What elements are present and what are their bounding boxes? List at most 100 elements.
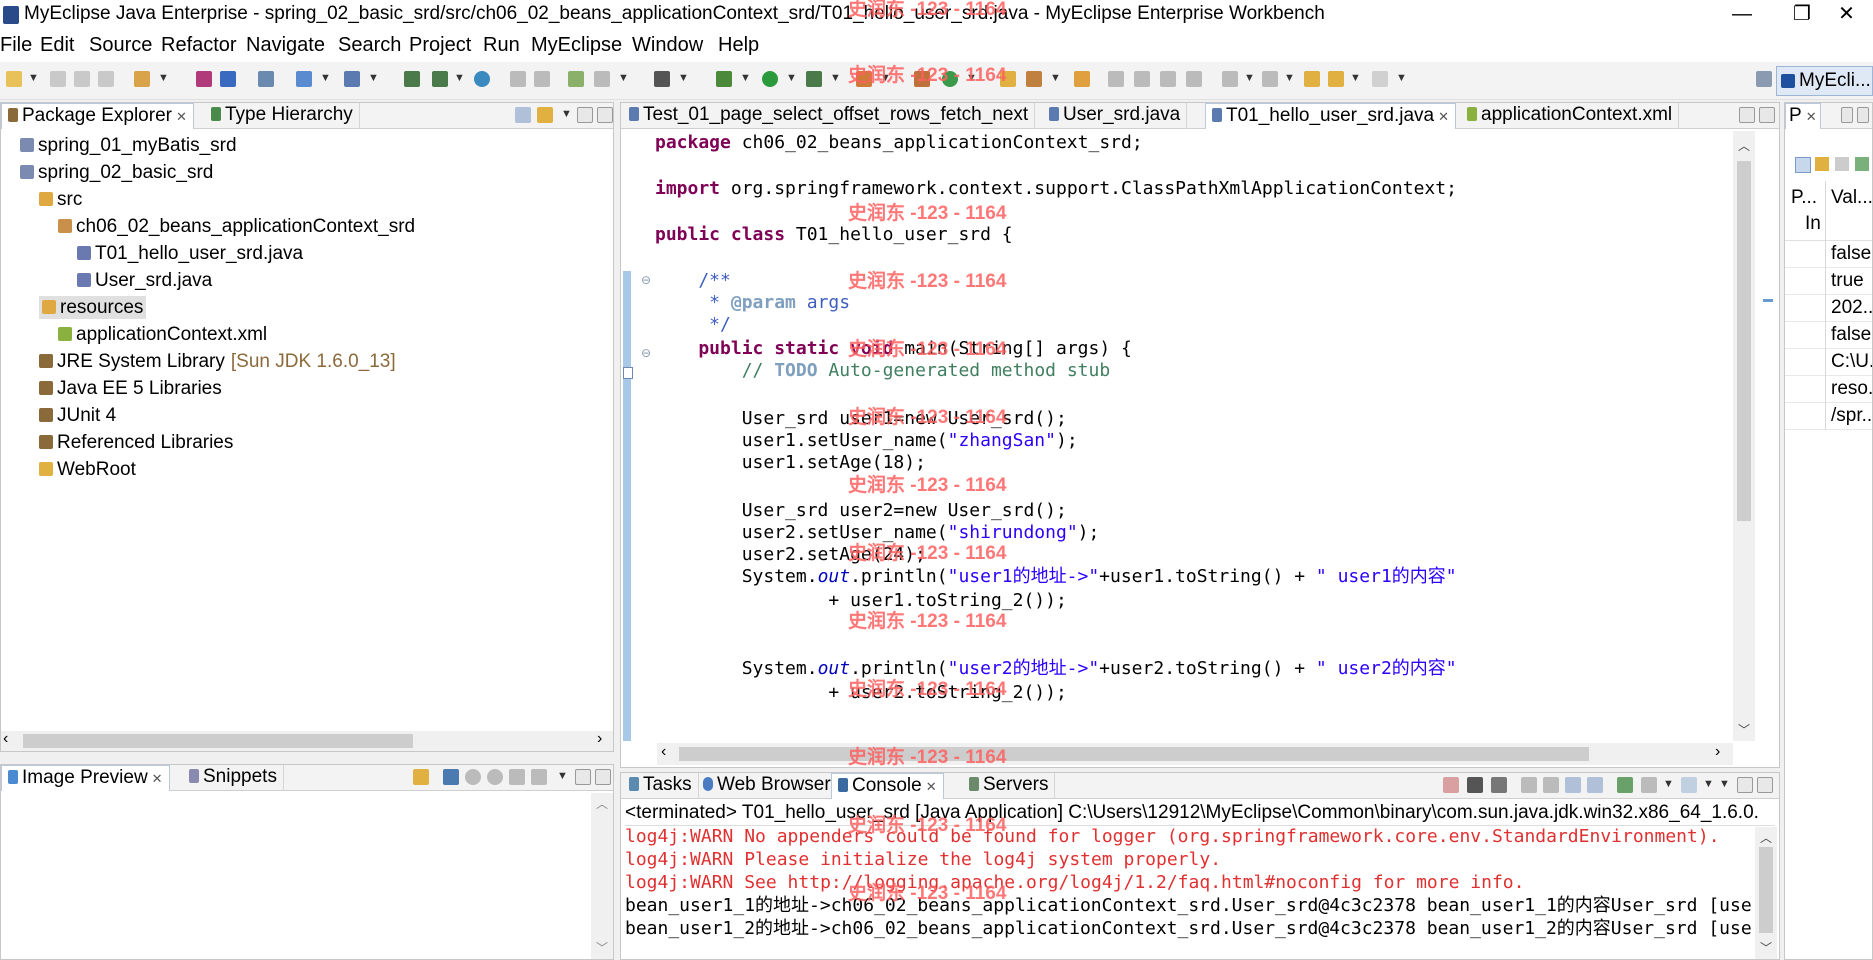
forward-history-icon[interactable] — [534, 71, 550, 87]
next-annotation-dropdown-icon[interactable]: ▼ — [1244, 72, 1255, 84]
forward-icon[interactable] — [1372, 71, 1388, 87]
menu-run[interactable]: Run — [483, 34, 520, 57]
whitespace-icon[interactable] — [1186, 71, 1202, 87]
scroll-up-icon[interactable]: ︿ — [596, 795, 608, 812]
hierarchy-icon[interactable] — [594, 71, 610, 87]
external-tools-icon[interactable] — [806, 71, 822, 87]
menu-search[interactable]: Search — [338, 34, 401, 57]
block-select-icon[interactable] — [1160, 71, 1176, 87]
zoom-in-icon[interactable] — [487, 769, 503, 785]
new-dropdown-icon[interactable]: ▼ — [28, 72, 39, 84]
tree-item[interactable]: JUnit 4 — [39, 404, 116, 427]
menu-myeclipse[interactable]: MyEclipse — [531, 34, 622, 57]
maximize-view-icon[interactable] — [597, 107, 613, 123]
annotation-icon[interactable] — [1108, 71, 1124, 87]
property-row[interactable]: true — [1785, 268, 1872, 295]
tab-console[interactable]: Console ✕ — [831, 773, 944, 799]
scroll-lock-icon[interactable] — [1543, 777, 1559, 793]
horizontal-scrollbar[interactable]: ‹ › — [1, 730, 613, 751]
forward-dropdown-icon[interactable]: ▼ — [1396, 72, 1407, 84]
tree-item[interactable]: src — [39, 188, 82, 211]
monitor-dropdown-icon[interactable]: ▼ — [678, 72, 689, 84]
new-class-dropdown-icon[interactable]: ▼ — [966, 72, 977, 84]
deploy-dropdown-icon[interactable]: ▼ — [158, 72, 169, 84]
save-icon[interactable] — [50, 71, 66, 87]
editor-vertical-scrollbar[interactable]: ︿ ﹀ — [1733, 131, 1755, 741]
menu-refactor[interactable]: Refactor — [161, 34, 237, 57]
property-row[interactable]: false — [1785, 241, 1872, 268]
tree-item[interactable]: User_srd.java — [77, 269, 212, 292]
back-icon[interactable] — [1328, 71, 1344, 87]
new-java-project-icon[interactable] — [856, 71, 872, 87]
tab-package-explorer[interactable]: Package Explorer ✕ — [1, 103, 194, 129]
maximize-view-icon[interactable] — [1757, 777, 1773, 793]
overview-marker[interactable] — [1763, 299, 1773, 302]
open-resource-icon[interactable] — [1074, 71, 1090, 87]
close-icon[interactable]: ✕ — [926, 779, 937, 794]
collapse-all-icon[interactable] — [515, 107, 531, 123]
close-icon[interactable]: ✕ — [1806, 109, 1817, 124]
maximize-view-icon[interactable] — [1759, 107, 1775, 123]
new-package-icon[interactable] — [914, 71, 930, 87]
search-icon[interactable] — [344, 71, 360, 87]
tree-item[interactable]: Referenced Libraries — [39, 431, 233, 454]
last-edit-icon[interactable] — [1304, 71, 1320, 87]
remove-launch-icon[interactable] — [1467, 777, 1483, 793]
tree-item[interactable]: WebRoot — [39, 458, 136, 481]
tab-image-preview[interactable]: Image Preview ✕ — [1, 765, 170, 791]
property-column-header[interactable]: P... — [1791, 187, 1817, 209]
scroll-up-icon[interactable]: ︿ — [1738, 137, 1750, 154]
tab-type-hierarchy[interactable]: Type Hierarchy — [205, 103, 360, 129]
minimize-view-icon[interactable] — [1841, 107, 1853, 123]
column-divider[interactable] — [1825, 181, 1826, 241]
vertical-scrollbar[interactable]: ︿ ﹀ — [591, 793, 613, 959]
globe-icon[interactable] — [474, 71, 490, 87]
terminate-icon[interactable] — [1443, 777, 1459, 793]
minimize-view-icon[interactable] — [1737, 777, 1753, 793]
next-annotation-icon[interactable] — [1222, 71, 1238, 87]
property-row[interactable]: C:\U... — [1785, 349, 1872, 376]
scroll-right-icon[interactable]: › — [597, 730, 602, 748]
view-menu-icon[interactable]: ▼ — [561, 108, 572, 120]
new-icon[interactable] — [6, 71, 22, 87]
show-console-icon[interactable] — [1587, 777, 1603, 793]
menu-help[interactable]: Help — [718, 34, 759, 57]
monitor-icon[interactable] — [654, 71, 670, 87]
prev-annotation-dropdown-icon[interactable]: ▼ — [1284, 72, 1295, 84]
link-icon[interactable] — [413, 769, 429, 785]
scrollbar-thumb[interactable] — [23, 734, 413, 748]
clear-console-icon[interactable] — [1521, 777, 1537, 793]
console-vertical-scrollbar[interactable]: ︿ ﹀ — [1755, 827, 1777, 959]
filter-icon[interactable] — [1815, 157, 1829, 171]
link-editor-icon[interactable] — [537, 107, 553, 123]
tab-snippets[interactable]: Snippets — [183, 765, 284, 791]
property-row[interactable]: false — [1785, 322, 1872, 349]
new-class-icon[interactable] — [942, 71, 958, 87]
minimize-view-icon[interactable] — [577, 107, 593, 123]
scroll-down-icon[interactable]: ﹀ — [1738, 721, 1750, 738]
external-tools-dropdown-icon[interactable]: ▼ — [830, 72, 841, 84]
menu-edit[interactable]: Edit — [40, 34, 74, 57]
run-icon[interactable] — [762, 71, 778, 87]
back-history-icon[interactable] — [510, 71, 526, 87]
maximize-view-icon[interactable] — [595, 769, 611, 785]
restore-default-icon[interactable] — [1835, 157, 1849, 171]
scroll-right-icon[interactable]: › — [1715, 743, 1720, 761]
back-dropdown-icon[interactable]: ▼ — [1350, 72, 1361, 84]
open-folder-icon[interactable] — [1000, 71, 1016, 87]
close-button[interactable]: ✕ — [1820, 0, 1873, 30]
tab-properties[interactable]: P ✕ — [1785, 103, 1821, 129]
close-icon[interactable]: ✕ — [152, 771, 163, 786]
scroll-down-icon[interactable]: ﹀ — [1760, 939, 1772, 956]
minimize-view-icon[interactable] — [1739, 107, 1755, 123]
property-row[interactable]: 202... — [1785, 295, 1872, 322]
save-all-icon[interactable] — [74, 71, 90, 87]
code-area[interactable]: package ch06_02_beans_applicationContext… — [621, 103, 1731, 743]
scrollbar-thumb[interactable] — [679, 747, 1589, 761]
scrollbar-thumb[interactable] — [1759, 847, 1773, 933]
run-dropdown-icon[interactable]: ▼ — [786, 72, 797, 84]
console-output[interactable]: log4j:WARN No appenders could be found f… — [621, 827, 1751, 957]
categories-icon[interactable] — [1795, 157, 1811, 173]
tree-item[interactable]: applicationContext.xml — [58, 323, 267, 346]
minimize-view-icon[interactable] — [575, 769, 591, 785]
